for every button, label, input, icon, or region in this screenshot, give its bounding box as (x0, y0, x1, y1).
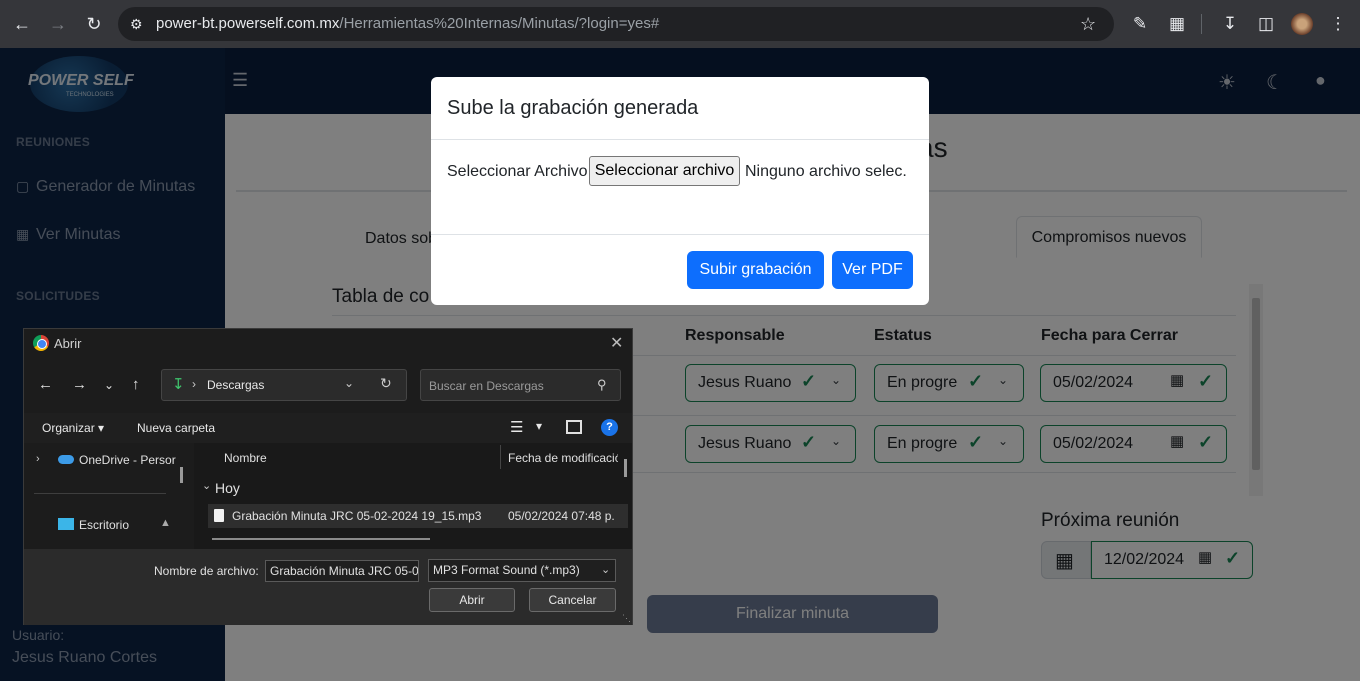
filetype-value: MP3 Format Sound (*.mp3) (433, 563, 580, 577)
close-icon[interactable]: ✕ (610, 333, 623, 353)
refresh-icon[interactable]: ↻ (380, 375, 392, 392)
filename-label: Nombre de archivo: (154, 564, 259, 578)
search-placeholder: Buscar en Descargas (429, 379, 544, 393)
download-folder-icon: ↧ (172, 376, 185, 393)
onedrive-icon (58, 455, 74, 464)
up-icon[interactable]: ↑ (132, 376, 140, 393)
chevron-down-icon: ⌄ (601, 564, 611, 576)
chrome-icon (33, 335, 49, 351)
file-list: Nombre Fecha de modificació ⌄ Hoy Grabac… (194, 443, 632, 549)
group-header: Hoy (215, 480, 240, 496)
dialog-footer: Nombre de archivo: Grabación Minuta JRC … (24, 549, 632, 625)
toolbar-divider (1201, 14, 1202, 34)
address-bar[interactable]: ⚙ power-bt.powerself.com.mx/Herramientas… (118, 7, 1114, 41)
filename-input[interactable]: Grabación Minuta JRC 05-02- (265, 560, 419, 582)
cancel-button[interactable]: Cancelar (529, 588, 616, 612)
recent-chevron-icon[interactable]: ⌄ (104, 378, 114, 392)
upload-recording-button[interactable]: Subir grabación (687, 251, 824, 289)
forward-icon[interactable]: → (44, 10, 72, 38)
eyedropper-icon[interactable]: ✎ (1128, 12, 1152, 36)
dialog-title: Abrir (54, 336, 82, 351)
navigation-pane: › OneDrive - Persor Escritorio ▲ (24, 443, 192, 549)
view-list-icon[interactable]: ☰ (510, 418, 523, 436)
resize-grip-icon[interactable]: ⋱ (622, 613, 631, 624)
choose-file-button[interactable]: Seleccionar archivo (589, 156, 740, 186)
view-dropdown-icon[interactable]: ▾ (536, 419, 542, 433)
filetype-select[interactable]: MP3 Format Sound (*.mp3) (428, 559, 616, 582)
dialog-toolbar: Organizar ▾ Nueva carpeta ☰ ▾ ? (24, 413, 632, 443)
path-bar[interactable]: ↧ › Descargas ⌄ ↻ (161, 369, 407, 401)
modal-footer-divider (431, 234, 929, 235)
profile-avatar[interactable] (1291, 13, 1313, 35)
extensions-icon[interactable]: ▦ (1165, 12, 1189, 36)
modal-header-divider (431, 139, 929, 140)
mp3-file-icon (214, 509, 224, 522)
horizontal-scrollbar[interactable] (212, 538, 430, 540)
organize-button[interactable]: Organizar ▾ (42, 421, 104, 435)
open-button[interactable]: Abrir (429, 588, 515, 612)
desktop-icon (58, 518, 74, 530)
breadcrumb[interactable]: Descargas (207, 378, 264, 392)
open-file-dialog: Abrir ✕ ← → ⌄ ↑ ↧ › Descargas ⌄ ↻ Buscar… (23, 328, 633, 625)
upload-modal: Sube la grabación generada Seleccionar A… (431, 77, 929, 305)
modal-title: Sube la grabación generada (447, 97, 699, 119)
help-icon[interactable]: ? (601, 419, 618, 436)
file-date: 05/02/2024 07:48 p. m (508, 509, 616, 523)
search-input[interactable]: Buscar en Descargas ⚲ (420, 369, 621, 401)
expand-chevron-icon[interactable]: › (36, 453, 40, 465)
file-label: Seleccionar Archivo (447, 163, 588, 180)
navpane-scrollbar[interactable] (180, 467, 183, 483)
reload-icon[interactable]: ↻ (80, 10, 108, 38)
nav-divider (34, 493, 166, 494)
forward-icon[interactable]: → (72, 376, 87, 393)
file-row[interactable]: Grabación Minuta JRC 05-02-2024 19_15.mp… (208, 504, 628, 528)
preview-pane-icon[interactable] (566, 420, 582, 434)
download-icon[interactable]: ↧ (1218, 12, 1242, 36)
back-icon[interactable]: ← (38, 376, 53, 393)
dialog-navigation: ← → ⌄ ↑ ↧ › Descargas ⌄ ↻ Buscar en Desc… (24, 357, 632, 413)
nav-item-onedrive[interactable]: OneDrive - Persor (79, 453, 176, 467)
url-text: power-bt.powerself.com.mx/Herramientas%2… (156, 15, 660, 32)
chevron-down-icon[interactable]: ⌄ (344, 376, 354, 390)
column-name-header[interactable]: Nombre (224, 451, 267, 465)
nav-item-escritorio[interactable]: Escritorio (79, 518, 129, 532)
breadcrumb-separator-icon: › (192, 377, 196, 391)
browser-toolbar: ← → ↻ ⚙ power-bt.powerself.com.mx/Herram… (0, 0, 1360, 48)
side-panel-icon[interactable]: ◫ (1254, 12, 1278, 36)
file-name: Grabación Minuta JRC 05-02-2024 19_15.mp… (232, 509, 482, 523)
view-pdf-button[interactable]: Ver PDF (832, 251, 913, 289)
kebab-menu-icon[interactable]: ⋮ (1326, 12, 1350, 36)
list-scrollbar[interactable] (624, 459, 627, 477)
bookmark-star-icon[interactable]: ☆ (1080, 14, 1096, 35)
organize-label: Organizar (42, 421, 95, 435)
search-icon: ⚲ (597, 377, 607, 392)
pin-icon: ▲ (160, 517, 171, 529)
column-modified-header[interactable]: Fecha de modificació (508, 451, 618, 465)
back-icon[interactable]: ← (8, 10, 36, 38)
column-divider (500, 445, 501, 469)
collapse-chevron-icon[interactable]: ⌄ (202, 479, 211, 492)
site-info-icon[interactable]: ⚙ (130, 16, 143, 33)
file-status: Ninguno archivo selec. (745, 163, 907, 180)
new-folder-button[interactable]: Nueva carpeta (137, 421, 215, 435)
